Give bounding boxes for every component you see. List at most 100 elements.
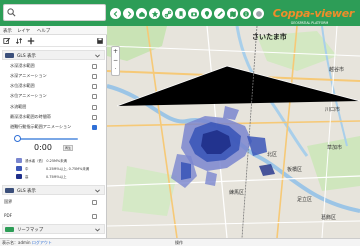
chevron-down-icon[interactable] [94, 226, 101, 233]
map-label: 練馬区 [229, 190, 245, 196]
menu-bar: 表示 レイヤ ヘルプ [0, 26, 107, 35]
layer-label: 水位アニメーション [10, 93, 47, 98]
location-icon[interactable] [201, 8, 212, 19]
layer-item[interactable]: PDF [4, 212, 90, 220]
layer-group-header[interactable]: GLS 表示 [2, 185, 105, 195]
legend-swatch [16, 166, 22, 171]
menu-layer[interactable]: レイヤ [17, 28, 30, 34]
menu-view[interactable]: 表示 [3, 28, 12, 34]
time-slider[interactable] [16, 138, 78, 140]
layer-item[interactable]: 水深アニメーション [10, 72, 96, 80]
layer-list: GLS 表示 水深浸水範囲 水深アニメーション 水位浸水範囲 水位アニメーション… [0, 47, 107, 238]
layer-item[interactable]: 水流範囲 [10, 103, 96, 111]
chevron-down-icon[interactable] [94, 52, 101, 59]
layer-checkbox[interactable] [92, 105, 97, 110]
menu-help[interactable]: ヘルプ [37, 28, 50, 34]
layer-label: 最深浸水範囲の時間帯 [10, 114, 51, 119]
layer-item[interactable]: 水位アニメーション [10, 92, 96, 100]
layer-group-header[interactable]: GLS 表示 [2, 50, 105, 60]
layer-group-icon [5, 188, 14, 193]
layer-group-title: リーフマップ [17, 228, 44, 233]
layer-label: 避難行動指示範囲アニメーション [10, 124, 72, 129]
map-label: 川口市 [325, 107, 341, 113]
layer-item[interactable]: 水深浸水範囲 [10, 62, 96, 70]
zoom-out-button[interactable]: − [112, 56, 119, 65]
layer-group-icon [5, 227, 14, 232]
layer-checkbox[interactable] [92, 74, 97, 79]
flood-heatmap [171, 106, 275, 188]
search-icon [7, 8, 16, 17]
link-icon[interactable] [162, 8, 173, 19]
layer-group-title: GLS 表示 [17, 189, 36, 194]
legend-range: 0.75M%以上 [46, 175, 67, 179]
layer-checkbox[interactable] [92, 214, 97, 219]
map-label: 葛飾区 [321, 215, 337, 221]
layer-item[interactable]: 国界 [4, 198, 90, 206]
app-logo: Coppa-viewer GEOSPATIAL PLATFORM [272, 2, 355, 26]
map-view[interactable]: + − · さいたま市 川口市 草加市 越谷市 練馬区 板橋区 足立区 葛飾区 … [107, 26, 360, 238]
star-icon[interactable] [149, 8, 160, 19]
layer-item[interactable]: 最深浸水範囲の時間帯 [10, 113, 96, 121]
layer-label: 水流範囲 [10, 104, 27, 109]
map-canvas[interactable] [107, 26, 360, 238]
logo-subtitle: GEOSPATIAL PLATFORM [290, 21, 329, 25]
layer-checkbox[interactable] [92, 94, 97, 99]
logo-text: Coppa-viewer [272, 6, 355, 20]
user-status: 表示名：admin ログアウト [2, 240, 52, 246]
map-label: 足立区 [297, 197, 313, 203]
layer-checkbox[interactable] [92, 64, 97, 69]
layer-label: 水深アニメーション [10, 73, 47, 78]
layer-group-title: GLS 表示 [17, 54, 36, 59]
layer-item[interactable]: 水位浸水範囲 [10, 82, 96, 90]
play-button[interactable]: 再生 [63, 145, 73, 151]
layer-checkbox[interactable] [92, 200, 97, 205]
legend-label: 中 [25, 167, 29, 171]
home-icon[interactable] [136, 8, 147, 19]
layer-label: PDF [4, 213, 12, 218]
info-icon[interactable] [240, 8, 251, 19]
legend-swatch [16, 158, 22, 163]
edit-icon[interactable] [214, 8, 225, 19]
panel-toolbar [0, 35, 107, 47]
zoom-reset-button[interactable]: · [112, 65, 119, 74]
search-input[interactable] [3, 4, 106, 21]
user-name: 表示名：admin [2, 240, 31, 245]
map-label: 草加市 [327, 145, 343, 151]
logout-link[interactable]: ログアウト [32, 240, 52, 245]
status-operation: 操作 [175, 240, 183, 245]
edit-icon[interactable] [3, 37, 11, 45]
add-layer-icon[interactable] [27, 37, 35, 45]
map-label: 板橋区 [287, 167, 303, 173]
time-display: 0:00 [34, 143, 52, 152]
layer-label: 国界 [4, 199, 13, 204]
legend-swatch [16, 174, 22, 179]
back-icon[interactable] [110, 8, 121, 19]
time-slider-handle[interactable] [14, 135, 21, 142]
layer-label: 水位浸水範囲 [10, 83, 35, 88]
help-icon[interactable] [253, 8, 264, 19]
save-icon[interactable] [96, 37, 104, 45]
map-label: 越谷市 [329, 67, 345, 73]
zoom-control: + − · [111, 46, 120, 76]
map-label: 北区 [267, 152, 278, 158]
map-label-city: さいたま市 [252, 33, 287, 41]
layer-group-header[interactable]: リーフマップ [2, 224, 105, 234]
layer-checkbox-checked[interactable] [92, 125, 97, 130]
legend-label: 高 [25, 175, 29, 179]
layer-group-icon [5, 53, 14, 58]
forward-icon[interactable] [123, 8, 134, 19]
layer-panel: 表示 レイヤ ヘルプ GLS 表示 水深浸水範囲 水深アニメーション 水位浸水範… [0, 26, 107, 238]
layer-checkbox[interactable] [92, 115, 97, 120]
camera-icon[interactable] [188, 8, 199, 19]
chevron-down-icon[interactable] [94, 187, 101, 194]
legend-range: 0.25M%以上, 0.75M%未満 [46, 167, 90, 171]
status-bar: 表示名：admin ログアウト 操作 [0, 238, 360, 246]
zoom-in-button[interactable]: + [112, 47, 119, 56]
layer-item-active[interactable]: 避難行動指示範囲アニメーション [10, 123, 96, 131]
layer-checkbox[interactable] [92, 84, 97, 89]
sort-icon[interactable] [15, 37, 23, 45]
layer-label: 水深浸水範囲 [10, 63, 35, 68]
map-icon[interactable] [227, 8, 238, 19]
bookmark-icon[interactable] [175, 8, 186, 19]
legend-label: 浸水者（低） 0.25M%未満 [25, 159, 67, 163]
